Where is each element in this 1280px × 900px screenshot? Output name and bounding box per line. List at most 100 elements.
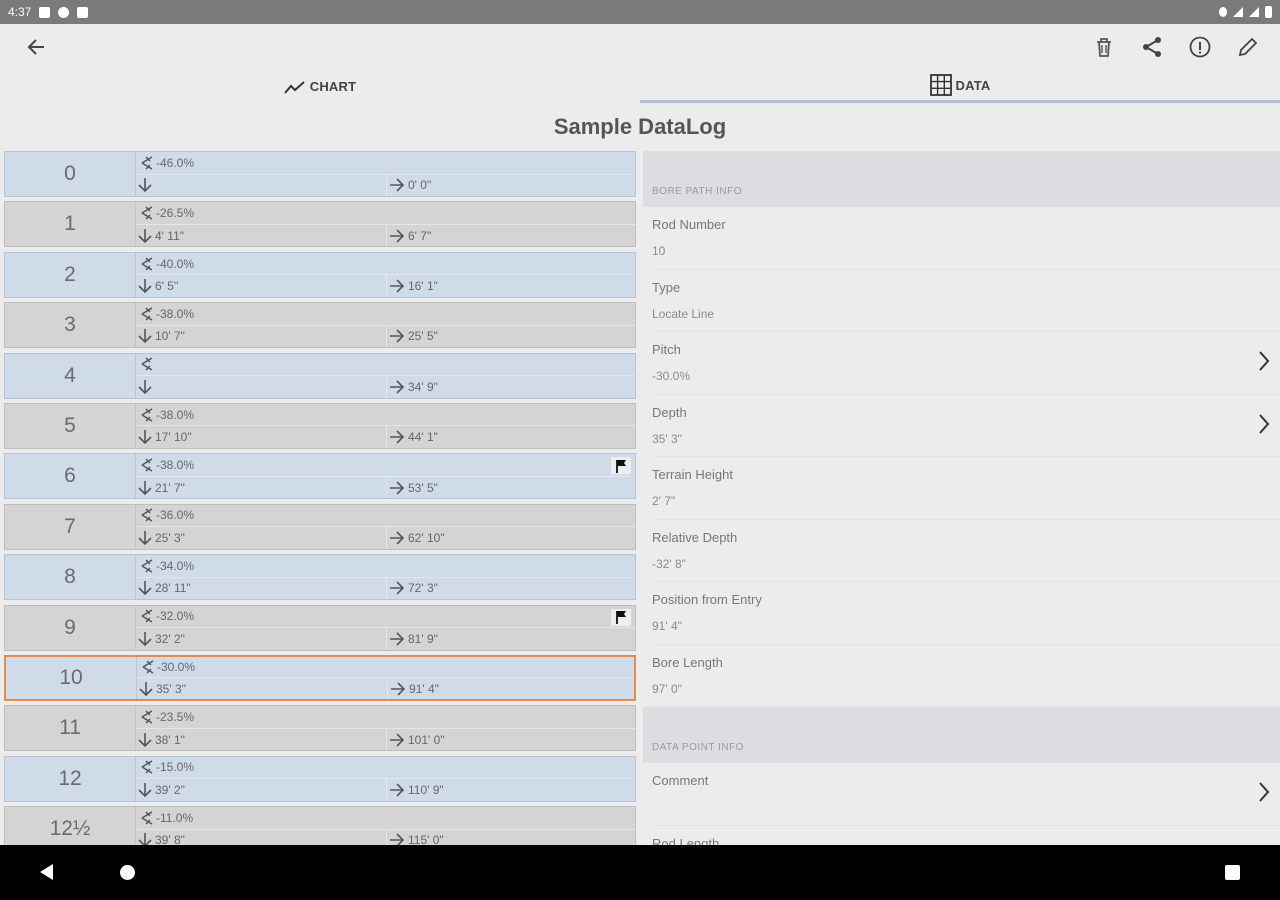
rod-row[interactable]: 12½ -11.0% 39' 8" 115' 0" (4, 806, 636, 845)
pitch-icon (141, 206, 153, 220)
rod-position-cell: 0' 0" (386, 174, 635, 196)
arrow-right-icon (390, 632, 405, 646)
rod-row[interactable]: 7 -36.0% 25' 3" 62' 10" (4, 503, 636, 550)
arrow-right-icon (390, 783, 405, 797)
rod-position: 110' 9" (408, 782, 444, 797)
arrow-right-icon (390, 481, 405, 495)
rod-measure-line: 6' 5" 16' 1" (136, 275, 635, 297)
rod-row[interactable]: 0 -46.0% 0' 0" (4, 151, 636, 197)
rod-position-cell: 81' 9" (386, 628, 635, 650)
nav-back-icon[interactable] (40, 864, 53, 880)
rod-number: 11 (59, 716, 81, 740)
rod-row[interactable]: 1 -26.5% 4' 11" 6' 7" (4, 201, 636, 248)
rod-row[interactable]: 5 -38.0% 17' 10" 44' 1" (4, 402, 636, 449)
rod-pitch: -36.0% (156, 508, 195, 523)
field-chevron[interactable] (1258, 350, 1270, 377)
chevron-right-icon (1259, 413, 1270, 434)
data-point-fields: Comment Rod Length (643, 763, 1280, 845)
field-label: Comment (652, 773, 709, 788)
arrow-right-icon (390, 279, 405, 293)
rod-details: -32.0% 32' 2" 81' 9" (135, 605, 635, 650)
rod-position: 81' 9" (408, 631, 438, 646)
share-button[interactable] (1130, 25, 1174, 69)
rod-depth: 28' 11" (155, 581, 191, 596)
bore-path-fields: Rod Number 10 Type Locate Line Pitch -30.0% De… (643, 207, 1280, 707)
rod-pitch-line: -38.0% (136, 454, 635, 477)
rod-measure-line: 25' 3" 62' 10" (136, 527, 635, 549)
field-label: Terrain Height (652, 467, 733, 482)
rod-row[interactable]: 4 34' 9" (4, 352, 636, 399)
info-field[interactable]: Comment (652, 763, 1280, 826)
field-chevron[interactable] (1258, 413, 1270, 440)
field-label: Rod Length (652, 835, 720, 846)
arrow-right-icon (390, 329, 405, 343)
field-value: 97' 0" (652, 681, 682, 696)
rod-pitch-line: -38.0% (136, 404, 635, 427)
tab-chart[interactable]: CHART (0, 70, 640, 103)
rod-depth-cell (136, 177, 386, 193)
field-value: 10 (652, 244, 666, 258)
arrow-down-icon (138, 631, 152, 646)
system-nav-bar (0, 845, 1280, 900)
field-label: Type (652, 279, 681, 295)
arrow-down-icon (138, 782, 152, 798)
rod-depth-cell: 38' 1" (136, 732, 386, 748)
rod-details: -36.0% 25' 3" 62' 10" (135, 504, 635, 549)
pitch-icon (141, 609, 153, 623)
rod-row[interactable]: 10 -30.0% 35' 3" 91' 4" (4, 654, 636, 701)
rod-position-cell: 25' 5" (386, 325, 635, 348)
field-chevron[interactable] (1258, 781, 1270, 808)
location-icon (1219, 7, 1227, 17)
info-field[interactable]: Pitch -30.0% (652, 332, 1280, 395)
tab-data[interactable]: DATA (640, 70, 1280, 103)
pencil-icon (1238, 37, 1258, 57)
rod-row[interactable]: 11 -23.5% 38' 1" 101' 0" (4, 705, 636, 752)
rod-details: -38.0% 17' 10" 44' 1" (135, 403, 635, 448)
nav-recents-icon[interactable] (1225, 865, 1240, 880)
info-field[interactable]: Depth 35' 3" (652, 395, 1280, 457)
rod-list[interactable]: 0 -46.0% 0' 0" 1 -26.5% 4' 11" 6' 7" 2 -40.0% 6' … (4, 151, 636, 845)
rod-number: 4 (64, 363, 76, 387)
rod-measure-line: 32' 2" 81' 9" (136, 628, 635, 650)
rod-row[interactable]: 2 -40.0% 6' 5" 16' 1" (4, 251, 636, 298)
rod-details: -46.0% 0' 0" (135, 152, 635, 196)
rod-row[interactable]: 6 -38.0% 21' 7" 53' 5" (4, 453, 636, 500)
rod-number: 10 (59, 665, 83, 689)
field-label: Rod Number (652, 217, 726, 232)
rod-depth-cell: 4' 11" (136, 228, 386, 244)
nav-home-icon[interactable] (120, 865, 135, 880)
rod-row[interactable]: 9 -32.0% 32' 2" 81' 9" (4, 604, 636, 651)
info-field: Position from Entry 91' 4" (652, 582, 1280, 645)
rod-depth: 32' 2" (155, 631, 185, 646)
field-value: Locate Line (652, 306, 715, 321)
rod-row[interactable]: 12 -15.0% 39' 2" 110' 9" (4, 755, 636, 802)
rod-row[interactable]: 8 -34.0% 28' 11" 72' 3" (4, 554, 636, 601)
rod-depth-cell: 39' 8" (136, 832, 386, 845)
rod-measure-line: 17' 10" 44' 1" (136, 426, 635, 448)
delete-button[interactable] (1082, 25, 1126, 69)
rod-number: 1 (64, 212, 76, 236)
rod-position-cell: 16' 1" (386, 275, 635, 297)
arrow-right-icon (390, 833, 405, 845)
field-label: Depth (652, 404, 687, 420)
tab-chart-label: CHART (309, 79, 357, 94)
rod-depth-cell (136, 379, 386, 395)
rod-depth-cell: 17' 10" (136, 429, 386, 445)
back-button[interactable] (14, 25, 58, 69)
field-value: 35' 3" (652, 431, 682, 446)
battery-icon (1265, 6, 1272, 18)
rod-row[interactable]: 3 -38.0% 10' 7" 25' 5" (4, 302, 636, 349)
arrow-right-icon (390, 380, 405, 394)
info-button[interactable] (1178, 25, 1222, 69)
pitch-icon (141, 256, 153, 271)
edit-button[interactable] (1226, 25, 1270, 69)
rod-depth-cell: 35' 3" (137, 681, 387, 697)
rod-pitch-line: -30.0% (137, 657, 634, 679)
rod-depth: 39' 8" (155, 833, 185, 845)
rod-measure-line: 21' 7" 53' 5" (136, 476, 635, 499)
field-value: -30.0% (652, 369, 691, 383)
rod-position: 44' 1" (408, 430, 438, 445)
rod-measure-line: 0' 0" (136, 174, 635, 196)
rod-pitch: -46.0% (156, 155, 195, 170)
arrow-down-icon (138, 379, 152, 394)
